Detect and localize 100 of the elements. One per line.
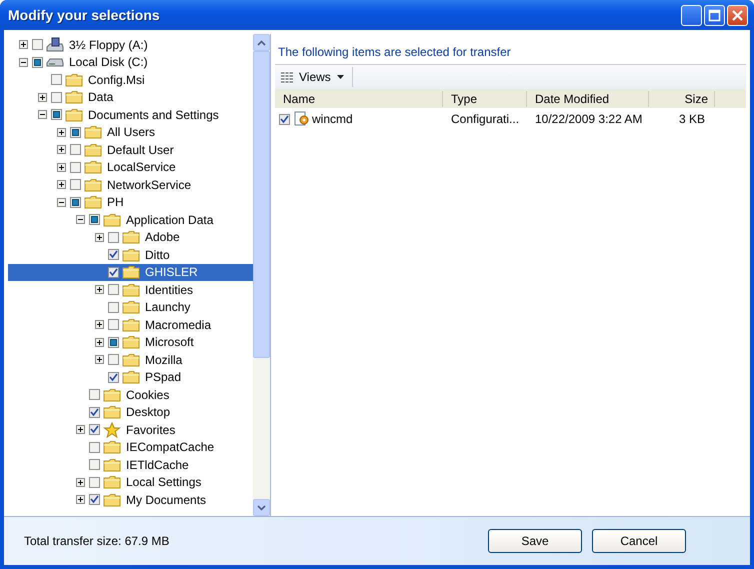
expander-icon[interactable] [57, 128, 66, 137]
folder-icon [84, 178, 102, 192]
checkbox[interactable] [89, 406, 100, 418]
checkbox[interactable] [51, 109, 62, 120]
column-header[interactable]: Size [649, 90, 715, 106]
tree-item-label: Identities [144, 282, 194, 297]
expander-icon[interactable] [76, 495, 85, 504]
caret-icon [336, 75, 344, 79]
checkbox[interactable] [89, 494, 100, 506]
tree-item[interactable]: PH [8, 194, 253, 211]
checkbox[interactable] [89, 424, 100, 436]
maximize-button[interactable] [704, 4, 725, 26]
close-button[interactable] [727, 4, 748, 26]
checkbox[interactable] [89, 442, 100, 453]
tree-item[interactable]: NetworkService [8, 176, 253, 194]
checkbox[interactable] [70, 196, 81, 208]
tree-item[interactable]: Ditto [8, 246, 253, 264]
tree-item[interactable]: GHISLER [8, 264, 253, 281]
tree-item-label: IETldCache [125, 458, 190, 472]
folder-icon [84, 142, 102, 157]
expander-icon[interactable] [76, 215, 85, 224]
checkbox[interactable] [89, 389, 100, 400]
expander-icon[interactable] [95, 338, 104, 347]
tree-item-label: Ditto [144, 248, 171, 262]
tree-item[interactable]: Local Disk (C:) [8, 54, 253, 71]
checkbox[interactable] [32, 56, 43, 68]
checkbox[interactable] [108, 232, 119, 243]
scroll-thumb[interactable] [253, 51, 270, 358]
expander-icon[interactable] [57, 162, 66, 172]
tree-item[interactable]: IECompatCache [8, 438, 253, 456]
expander-icon[interactable] [19, 58, 28, 67]
expander-icon[interactable] [76, 478, 85, 487]
checkbox[interactable] [108, 319, 119, 330]
folder-icon [122, 370, 140, 384]
expander-icon[interactable] [95, 320, 104, 330]
checkbox[interactable] [51, 92, 62, 103]
checkbox[interactable] [70, 162, 81, 173]
tree-item[interactable]: Default User [8, 141, 253, 158]
tree-item[interactable]: PSpad [8, 368, 253, 386]
scroll-up-icon[interactable] [257, 40, 266, 46]
checkbox[interactable] [108, 302, 119, 313]
checkbox[interactable] [108, 354, 119, 366]
tree-item[interactable]: Identities [8, 281, 253, 298]
tree-item[interactable]: IETldCache [8, 456, 253, 474]
checkbox[interactable] [89, 476, 100, 488]
checkbox[interactable] [108, 372, 119, 383]
title-bar-button[interactable] [681, 4, 702, 26]
floppy-drive-icon [46, 36, 64, 53]
tree-item[interactable]: Favorites [8, 421, 253, 438]
checkbox[interactable] [279, 114, 290, 124]
tree-item[interactable]: Microsoft [8, 334, 253, 351]
tree-item[interactable]: Config.Msi [8, 71, 253, 88]
tree-item[interactable]: Application Data [8, 211, 253, 228]
tree-item[interactable]: Mozilla [8, 351, 253, 368]
tree-item[interactable]: My Documents [8, 491, 253, 508]
expander-icon[interactable] [57, 180, 66, 190]
tree-item[interactable]: Launchy [8, 298, 253, 316]
expander-icon[interactable] [19, 40, 28, 50]
checkbox[interactable] [108, 284, 119, 296]
tree-item[interactable]: Cookies [8, 386, 253, 404]
tree-item[interactable]: Macromedia [8, 316, 253, 334]
expander-icon[interactable] [38, 110, 47, 120]
tree-item[interactable]: Desktop [8, 404, 253, 421]
checkbox[interactable] [108, 249, 119, 260]
column-header[interactable]: Type [443, 90, 527, 106]
scrollbar[interactable] [253, 34, 270, 516]
close-icon [731, 8, 744, 22]
column-header[interactable]: Name [275, 90, 443, 106]
folder-icon [103, 475, 121, 490]
tree-item[interactable]: Adobe [8, 228, 253, 246]
checkbox[interactable] [51, 74, 62, 86]
checkbox[interactable] [89, 214, 100, 226]
views-button[interactable]: Views [279, 67, 353, 87]
expander-icon[interactable] [57, 145, 66, 154]
tree-item[interactable]: All Users [8, 124, 253, 141]
tree-item[interactable]: 3½ Floppy (A:) [8, 36, 253, 54]
cancel-button[interactable]: Cancel [592, 529, 686, 553]
tree-item[interactable]: LocalService [8, 158, 253, 176]
checkbox[interactable] [70, 144, 81, 156]
tree-item[interactable]: Data [8, 88, 253, 106]
column-header[interactable]: Date Modified [527, 90, 649, 106]
checkbox[interactable] [108, 266, 119, 278]
scroll-down-icon[interactable] [257, 504, 266, 510]
checkbox[interactable] [108, 336, 119, 348]
folder-icon [84, 160, 102, 174]
tree-item-label: Documents and Settings [87, 108, 220, 122]
expander-icon[interactable] [95, 232, 104, 242]
save-button[interactable]: Save [488, 529, 582, 553]
expander-icon[interactable] [95, 355, 104, 364]
tree-item[interactable]: Documents and Settings [8, 106, 253, 124]
expander-icon[interactable] [76, 425, 85, 434]
tree-item[interactable]: Local Settings [8, 474, 253, 491]
checkbox[interactable] [70, 179, 81, 190]
expander-icon[interactable] [95, 285, 104, 294]
checkbox[interactable] [70, 126, 81, 138]
expander-icon[interactable] [57, 198, 66, 207]
expander-icon[interactable] [38, 92, 47, 102]
list-view-icon [281, 72, 293, 82]
checkbox[interactable] [32, 39, 43, 50]
checkbox[interactable] [89, 459, 100, 470]
